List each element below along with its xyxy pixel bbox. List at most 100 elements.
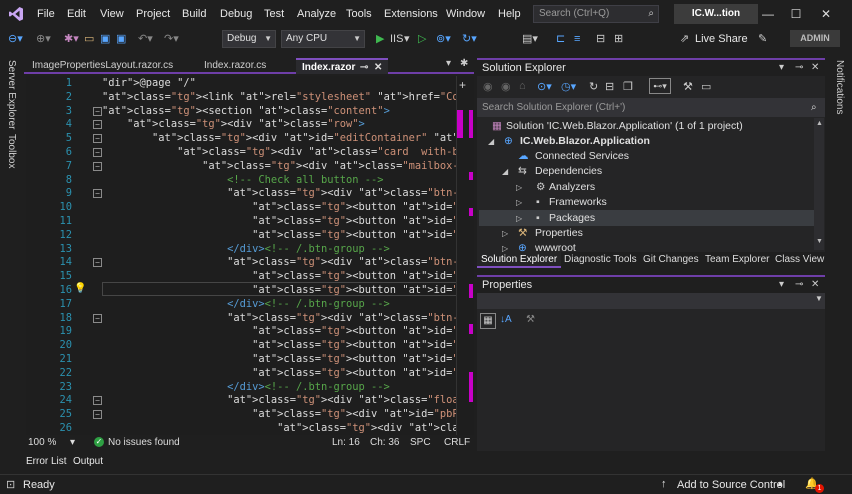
tab-diagnostic-tools[interactable]: Diagnostic Tools [560,252,641,268]
back-icon[interactable]: ⊖▾ [8,28,23,50]
editor-scrollbar[interactable]: + [456,76,474,435]
tree-item[interactable]: ◢ ⊕ IC.Web.Blazor.Application [477,134,813,149]
categorized-icon[interactable]: ▦ [480,313,496,329]
refresh-icon[interactable]: ↻▾ [462,28,477,50]
tab-class-view[interactable]: Class View [771,252,828,268]
run-target-label[interactable]: IIS [390,28,403,50]
tab-git-changes[interactable]: Git Changes [639,252,703,268]
back-icon[interactable]: ◉ [483,80,493,93]
menu-view[interactable]: View [100,0,124,28]
zoom-dropdown-icon[interactable]: ▾ [70,437,75,448]
menu-analyze[interactable]: Analyze [297,0,336,28]
scroll-down-icon[interactable]: ▼ [816,238,823,245]
start-without-debugging-icon[interactable]: ▷ [418,28,426,50]
switch-views-icon[interactable]: ⊙▾ [537,80,552,93]
menu-edit[interactable]: Edit [67,0,86,28]
redo-icon[interactable]: ↷▾ [164,28,179,50]
indent-icon[interactable]: ≡ [574,28,580,50]
search-icon[interactable]: ⌕ [648,8,654,20]
uncomment-icon[interactable]: ⊞ [614,28,623,50]
fold-toggle-icon[interactable]: − [93,134,102,144]
minimize-icon[interactable]: — [758,4,778,24]
run-icon[interactable]: ▶ [376,28,384,50]
tab-output[interactable]: Output [73,456,103,467]
close-panel-icon[interactable]: ✕ [811,60,819,76]
fold-toggle-icon[interactable]: − [93,189,102,199]
window-layout-icon[interactable]: ▤▾ [522,28,538,50]
tab-solution-explorer[interactable]: Solution Explorer [477,252,562,268]
whitespace-status[interactable]: SPC [410,437,431,448]
alphabetical-icon[interactable]: ↓A [500,314,512,325]
settings-icon[interactable]: ✱ [460,58,468,69]
save-all-icon[interactable]: ▣ [116,28,126,50]
issues-status[interactable]: No issues found [108,437,180,448]
close-panel-icon[interactable]: ✕ [811,277,819,293]
undo-icon[interactable]: ↶▾ [138,28,153,50]
pin-icon[interactable]: ⊸ [795,60,803,76]
publish-icon[interactable]: ⊚▾ [436,28,451,50]
fold-toggle-icon[interactable]: − [93,161,102,171]
menu-window[interactable]: Window [446,0,485,28]
menu-tools[interactable]: Tools [346,0,372,28]
line-number-status[interactable]: Ln: 16 [332,437,360,448]
collapse-arrow-icon[interactable]: ◢ [502,164,508,179]
filter-icon[interactable]: ⊷▾ [649,78,671,94]
toolbox-tab[interactable]: Toolbox [6,134,17,168]
zoom-level[interactable]: 100 % [28,437,56,448]
expand-arrow-icon[interactable]: ▷ [502,226,508,241]
column-status[interactable]: Ch: 36 [370,437,399,448]
tab-index-razor[interactable]: Index.razor ⊸ ✕ [296,58,388,74]
close-icon[interactable]: ✕ [816,4,836,24]
align-icon[interactable]: ⊏ [556,28,565,50]
collapse-all-icon[interactable]: ⊟ [605,80,614,93]
forward-icon[interactable]: ⊕▾ [36,28,51,50]
scroll-up-icon[interactable]: ▲ [816,120,823,127]
sync-icon[interactable]: ↻ [589,80,598,93]
solution-name-badge[interactable]: IC.W...tion [674,4,758,24]
server-explorer-tab[interactable]: Server Explorer [6,60,17,129]
add-to-source-control-button[interactable]: Add to Source Control [677,479,785,491]
fold-toggle-icon[interactable]: − [93,313,102,323]
search-input[interactable]: Search (Ctrl+Q) ⌕ [533,5,659,23]
menu-build[interactable]: Build [182,0,206,28]
tree-item[interactable]: ☁ Connected Services [477,149,813,164]
preview-icon[interactable]: ▭ [701,80,711,93]
live-share-button[interactable]: Live Share [695,28,748,50]
menu-debug[interactable]: Debug [220,0,252,28]
window-position-icon[interactable]: ▾ [779,277,784,293]
platform-select[interactable]: Any CPU ▼ [281,30,365,48]
open-folder-icon[interactable]: ▭ [84,28,94,50]
menu-test[interactable]: Test [264,0,284,28]
menu-project[interactable]: Project [136,0,170,28]
show-all-files-icon[interactable]: ❐ [623,80,633,93]
menu-help[interactable]: Help [498,0,521,28]
lightbulb-icon[interactable]: 💡 [74,283,86,294]
pin-icon[interactable]: ⊸ [360,60,368,76]
scroll-thumb[interactable] [457,110,463,138]
property-pages-icon[interactable]: ⚒ [526,314,535,325]
expand-arrow-icon[interactable]: ▷ [516,195,522,210]
tree-item[interactable]: ▦ Solution 'IC.Web.Blazor.Application' (1… [477,119,813,134]
line-ending-status[interactable]: CRLF [444,437,470,448]
save-icon[interactable]: ▣ [100,28,110,50]
notifications-tab[interactable]: Notifications [834,60,845,114]
solution-search-input[interactable]: Search Solution Explorer (Ctrl+') ⌕ [477,98,825,117]
tab-imagepropertieslayout-razor-cs[interactable]: ImagePropertiesLayout.razor.cs [26,58,198,74]
run-dropdown-icon[interactable]: ▾ [404,28,410,50]
window-position-icon[interactable]: ▾ [779,60,784,76]
tab-team-explorer[interactable]: Team Explorer [701,252,773,268]
fold-toggle-icon[interactable]: − [93,258,102,268]
menu-extensions[interactable]: Extensions [384,0,438,28]
expand-arrow-icon[interactable]: ▷ [516,211,522,226]
fold-toggle-icon[interactable]: − [93,106,102,116]
solution-scrollbar[interactable]: ▲ ▼ [814,118,824,250]
menu-file[interactable]: File [37,0,55,28]
properties-wrench-icon[interactable]: ⚒ [683,80,693,93]
fold-toggle-icon[interactable]: − [93,120,102,130]
tree-item[interactable]: ◢ ⇆ Dependencies [477,164,813,179]
configuration-select[interactable]: Debug ▼ [222,30,276,48]
home-icon[interactable]: ⌂ [519,80,526,92]
search-icon[interactable]: ⌕ [811,98,817,117]
tab-dropdown-icon[interactable]: ▾ [446,58,451,69]
code-editor[interactable]: 1 "dir">@page "/" 2 "at">class="tg"><link "… [26,76,474,435]
